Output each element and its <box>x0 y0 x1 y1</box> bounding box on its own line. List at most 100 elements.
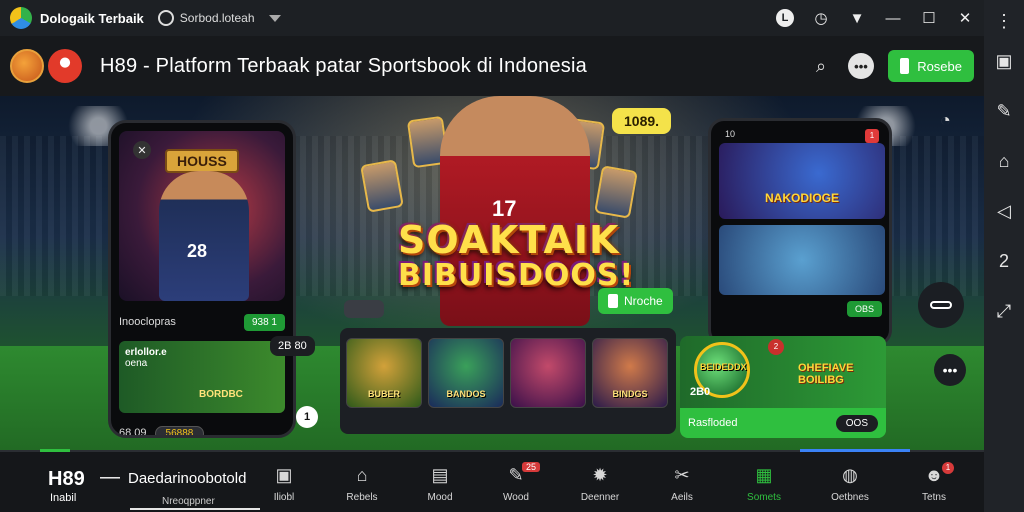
left-phone-row: Inooclopras 938 1 <box>119 309 285 335</box>
brand-name[interactable]: H89 <box>48 468 85 491</box>
nav-item-tetns[interactable]: ☻ 1 Tetns <box>904 462 964 503</box>
right-tile-title: NAKODIOGE <box>764 191 839 205</box>
minimize-icon[interactable]: — <box>884 9 902 27</box>
card-icon: ▤ <box>431 464 449 485</box>
player-number: 28 <box>187 241 208 261</box>
nav-item-iliobl[interactable]: ▣ Iliobl <box>254 464 314 504</box>
timer-icon[interactable]: 1 <box>296 406 318 428</box>
footer-value: 68 09 <box>119 427 147 438</box>
home-icon: ⌂ <box>356 464 368 485</box>
nav-item-somets[interactable]: ▦ Somets <box>734 464 794 504</box>
game-tile-label: BINDGS <box>612 389 648 399</box>
brand-site[interactable]: Daedarinoobotold <box>128 470 246 487</box>
home-icon[interactable]: ⌂ <box>984 136 1024 186</box>
wifi-icon[interactable]: ▼ <box>848 9 866 27</box>
nav-label: Rebels <box>346 492 378 503</box>
promo-name-left: BEIDEDDX <box>700 362 747 372</box>
phone-icon <box>608 294 618 308</box>
nav-label: Aeils <box>671 492 693 503</box>
close-icon[interactable]: ✕ <box>956 9 974 27</box>
nav-item-mood[interactable]: ▤ Mood <box>410 464 470 504</box>
search-icon[interactable]: ⌕ <box>808 56 834 77</box>
promo-red-dot: 2 <box>768 339 784 355</box>
side-tag: 2B 80 <box>270 336 315 356</box>
house-badge: HOUSS <box>165 149 239 173</box>
gear-icon: ✹ <box>592 464 608 485</box>
system-title-bar: Dologaik Terbaik Sorbod.loteah L ◷ ▼ — ☐… <box>0 0 984 36</box>
chevron-down-icon[interactable] <box>268 14 281 22</box>
row-button[interactable]: 938 1 <box>243 313 285 331</box>
maximize-icon[interactable]: ☐ <box>920 9 938 27</box>
game-tile[interactable]: BANDOS <box>428 338 504 408</box>
refresh-icon[interactable]: ◔ <box>940 110 951 131</box>
nav-item-aeils[interactable]: ✂ Aeils <box>652 464 712 504</box>
edit-icon[interactable]: ✎ <box>984 86 1024 136</box>
notification-badge: 1 <box>865 129 879 143</box>
record-icon[interactable]: L <box>776 9 794 27</box>
more-vert-icon[interactable]: ⋮ <box>984 6 1024 36</box>
chat-icon[interactable]: ••• <box>848 53 874 79</box>
nav-item-wood[interactable]: ✎ 25 Wood <box>486 462 546 503</box>
game-tile-label: BUBER <box>367 389 400 399</box>
brand-logo-icon[interactable] <box>48 49 82 83</box>
nav-label: Iliobl <box>273 492 295 503</box>
nav-item-oetbnes[interactable]: ◍ Oetbnes <box>820 464 880 504</box>
bottom-navigation: H89 — Inabil Daedarinoobotold Nreoqppner… <box>0 449 984 512</box>
nav-label: Somets <box>747 492 781 503</box>
nav-item-rebels[interactable]: ⌂ Rebels <box>332 464 392 504</box>
register-button[interactable]: Rosebe <box>888 50 974 82</box>
scale-icon[interactable]: 2 <box>984 236 1024 286</box>
row-label: Inooclopras <box>119 316 176 328</box>
link-shape <box>930 301 952 309</box>
window-subtitle: Sorbod.loteah <box>179 11 255 25</box>
promo-footer-pill[interactable]: OOS <box>835 414 878 432</box>
right-game-tile[interactable] <box>719 225 885 295</box>
more-icon[interactable]: ••• <box>934 354 966 386</box>
clock-icon[interactable]: ◷ <box>812 9 830 27</box>
left-phone-game-card[interactable]: erlollor.e oena BORDBC <box>119 341 285 413</box>
accent-line <box>800 449 910 452</box>
app-logo-icon <box>10 7 32 29</box>
register-button-label: Rosebe <box>917 58 962 74</box>
strip-tab[interactable] <box>344 300 384 318</box>
nav-label: Deenner <box>580 492 620 503</box>
game-tile-label: BANDOS <box>446 389 486 399</box>
right-phone-button[interactable]: OBS <box>847 301 883 317</box>
left-phone-mockup: ✕ HOUSS 28 Inooclopras 938 1 erlollor.e … <box>108 120 296 438</box>
brand-subtitle: Inabil <box>50 492 77 504</box>
nav-label: Oetbnes <box>831 492 869 503</box>
app-window: Dologaik Terbaik Sorbod.loteah L ◷ ▼ — ☐… <box>0 0 1024 512</box>
banner-subtitle: BIBUISDOOS! <box>398 258 635 293</box>
link-icon[interactable] <box>918 282 964 328</box>
game-tile[interactable]: BINDGS <box>592 338 668 408</box>
emulator-side-rail: ⋮ ▣ ✎ ⌂ ◁ 2 ⤢ <box>984 0 1024 512</box>
game-tile[interactable] <box>510 338 586 408</box>
game-tile[interactable]: BUBER <box>346 338 422 408</box>
brand-dash: — <box>100 466 120 488</box>
banner-title: SOAKTAIK <box>398 218 620 262</box>
expand-icon[interactable]: ⤢ <box>984 286 1024 336</box>
promo-footer: Rasfloded OOS <box>680 408 886 438</box>
card-sub: oena <box>125 358 148 369</box>
close-icon[interactable]: ✕ <box>133 141 151 159</box>
cta-chip[interactable]: Nroche <box>598 288 673 314</box>
nav-label: Wood <box>503 492 529 503</box>
app-name: Dologaik Terbaik <box>40 10 144 26</box>
nav-label: Tetns <box>922 492 946 503</box>
nav-label: Mood <box>427 492 453 503</box>
player-figure: 28 <box>159 171 249 301</box>
box-icon: ▣ <box>275 464 293 485</box>
right-game-tile[interactable]: NAKODIOGE <box>719 143 885 219</box>
globe-icon <box>157 10 174 26</box>
sun-logo-icon[interactable] <box>10 49 44 83</box>
footer-pill[interactable]: 56888 <box>154 425 205 435</box>
grid-icon: ▦ <box>755 464 773 485</box>
site-header: H89 - Platform Terbaak patar Sportsbook … <box>0 36 984 96</box>
nav-item-deenner[interactable]: ✹ Deenner <box>570 464 630 504</box>
price-bubble: 1089. <box>612 108 672 134</box>
promo-card[interactable]: BEIDEDDX OHEFIAVE BOILIBG 2B0 Rasfloded … <box>680 336 886 438</box>
back-icon[interactable]: ◁ <box>984 186 1024 236</box>
hero-banner[interactable]: ✕ HOUSS 28 Inooclopras 938 1 erlollor.e … <box>0 96 984 450</box>
screenshot-icon[interactable]: ▣ <box>984 36 1024 86</box>
brand-site-subtitle: Nreoqppner <box>162 496 215 507</box>
